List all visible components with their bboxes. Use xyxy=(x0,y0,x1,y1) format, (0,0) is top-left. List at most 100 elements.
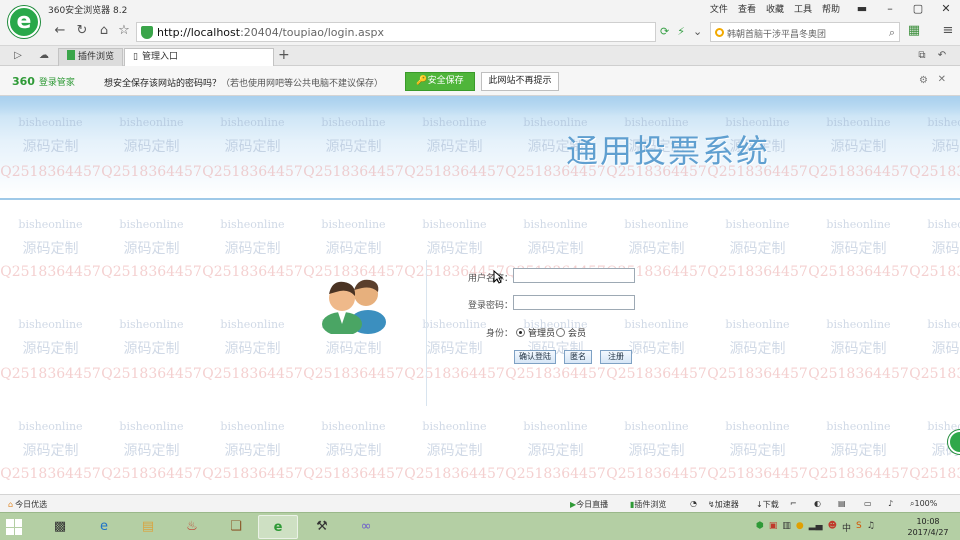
username-input[interactable] xyxy=(513,268,635,283)
taskbar-360-browser-icon[interactable]: e xyxy=(258,515,298,539)
tray-app-icon[interactable]: ▣ xyxy=(769,521,778,534)
close-icon[interactable]: ✕ xyxy=(938,74,946,85)
tab-plugin-label: 插件浏览 xyxy=(78,52,115,62)
menu-file[interactable]: 文件 xyxy=(710,2,728,15)
menu-icon[interactable]: ≡ xyxy=(940,23,956,39)
tray-360-icon[interactable]: ● xyxy=(796,521,804,534)
restore-tab-icon[interactable]: ⧉ xyxy=(914,48,930,64)
taskbar-java-icon[interactable]: ♨ xyxy=(172,515,212,539)
window-mode-icon[interactable]: ▭ xyxy=(864,499,872,508)
skin-button[interactable]: ▬ xyxy=(848,0,876,18)
role-label: 身份： xyxy=(486,329,514,339)
undo-close-icon[interactable]: ↶ xyxy=(934,48,950,64)
watermark-text: bisheonline xyxy=(523,420,588,433)
watermark-text: Q2518364457 xyxy=(707,466,808,482)
taskbar-ie-icon[interactable]: e xyxy=(84,515,124,539)
login-button[interactable]: 确认登陆 xyxy=(514,350,556,364)
watermark-text: bisheonline xyxy=(927,218,960,231)
search-engine-icon[interactable] xyxy=(715,28,724,37)
refresh-icon[interactable]: ↻ xyxy=(74,23,90,39)
dropdown-icon[interactable]: ⌄ xyxy=(693,25,702,38)
watermark-text: bisheonline xyxy=(422,218,487,231)
gear-icon[interactable]: ⚙ xyxy=(919,75,928,86)
menu-favorites[interactable]: 收藏 xyxy=(766,2,784,15)
watermark-text: Q2518364457 xyxy=(303,466,404,482)
zoom-level-label: 100% xyxy=(914,499,938,508)
password-input[interactable] xyxy=(513,295,635,310)
checklist-icon[interactable]: ▤ xyxy=(838,499,846,508)
speed-mode-icon[interactable]: ⚡ xyxy=(677,25,685,38)
ie-mode-icon[interactable]: ◐ xyxy=(814,499,821,508)
new-tab-button[interactable]: + xyxy=(278,47,290,63)
url-text: http://localhost:20404/toupiao/login.asp… xyxy=(157,26,384,39)
apps-icon[interactable]: ▦ xyxy=(906,23,922,39)
maximize-button[interactable]: ▢ xyxy=(904,0,932,18)
tray-network-icon[interactable]: ▥ xyxy=(782,521,791,534)
menu-view[interactable]: 查看 xyxy=(738,2,756,15)
back-icon[interactable]: ← xyxy=(52,23,68,39)
taskbar-vs-icon[interactable]: ∞ xyxy=(346,515,386,539)
role-admin-radio[interactable] xyxy=(516,328,525,337)
search-suggestion: 韩朝首脑干涉平昌冬奥团 xyxy=(727,30,827,40)
url-host: http://localhost xyxy=(157,26,241,39)
tray-speaker-icon[interactable]: ♫ xyxy=(867,521,875,534)
favorite-star-icon[interactable]: ☆ xyxy=(116,23,132,39)
never-prompt-button[interactable]: 此网站不再提示 xyxy=(481,72,559,91)
tray-sogou-icon[interactable]: S xyxy=(856,521,862,534)
tray-shield-icon[interactable]: ⬢ xyxy=(756,521,764,534)
windows-taskbar: ▩ e ▤ ♨ ❏ e ⚒ ∞ ⬢ ▣ ▥ ● ▂▄ ☻ 中 S ♫ 10:08… xyxy=(0,512,960,540)
role-member-radio[interactable] xyxy=(556,328,565,337)
save-password-button[interactable]: 🔑安全保存 xyxy=(405,72,475,91)
watermark-text: 源码定制 xyxy=(426,341,483,357)
close-window-button[interactable]: ✕ xyxy=(932,0,960,18)
home-icon[interactable]: ⌂ xyxy=(96,23,112,39)
volume-icon[interactable]: ♪ xyxy=(888,499,893,508)
screenshot-icon[interactable]: ⌐ xyxy=(790,499,797,508)
watermark-text: Q2518364457 xyxy=(202,366,303,382)
web-page: bisheonline bisheonline bisheonline bisheon… xyxy=(0,96,960,494)
watermark-text: 源码定制 xyxy=(22,241,79,257)
menu-tools[interactable]: 工具 xyxy=(794,2,812,15)
search-input[interactable]: 韩朝首脑干涉平昌冬奥团 ⌕ xyxy=(710,22,900,42)
watermark-text: Q2518364457 xyxy=(707,366,808,382)
taskbar-tools-icon[interactable]: ⚒ xyxy=(302,515,342,539)
watermark-text: 源码定制 xyxy=(325,341,382,357)
taskbar-explorer-icon[interactable]: ▤ xyxy=(128,515,168,539)
search-icon[interactable]: ⌕ xyxy=(889,26,895,40)
status-accelerator[interactable]: ↯加速器 xyxy=(708,499,739,510)
status-download[interactable]: ↓下载 xyxy=(756,499,779,510)
status-plugin[interactable]: ▮插件浏览 xyxy=(630,499,666,510)
browser-logo-icon[interactable]: e xyxy=(8,6,40,38)
minimize-button[interactable]: – xyxy=(876,0,904,18)
tray-signal-icon[interactable]: ▂▄ xyxy=(809,521,823,534)
role-member-label: 会员 xyxy=(568,329,587,339)
today-picks[interactable]: ⌂ 今日优选 xyxy=(8,499,47,510)
windows-start-icon[interactable] xyxy=(6,519,22,535)
cloud-icon[interactable]: ☁ xyxy=(36,48,52,64)
tray-ime-icon[interactable]: 中 xyxy=(842,521,851,534)
taskbar-app-red-icon[interactable]: ▩ xyxy=(40,515,80,539)
tray-user-icon[interactable]: ☻ xyxy=(828,521,837,534)
zoom-level[interactable]: ⌕100% xyxy=(910,499,937,509)
taskbar-book-icon[interactable]: ❏ xyxy=(216,515,256,539)
reload-icon[interactable]: ⟳ xyxy=(660,25,669,38)
watermark-text: 源码定制 xyxy=(224,341,281,357)
watermark-text: Q2518364457 xyxy=(303,366,404,382)
anonymous-button[interactable]: 匿名 xyxy=(564,350,592,364)
menu-help[interactable]: 帮助 xyxy=(822,2,840,15)
floating-assistant-icon[interactable] xyxy=(948,430,960,454)
watermark-text: bisheonline xyxy=(18,318,83,331)
taskbar-clock[interactable]: 10:08 2017/4/27 xyxy=(900,516,956,538)
tab-plugin-browse[interactable]: 插件浏览 xyxy=(58,48,124,66)
sidebar-toggle-icon[interactable]: ▷ xyxy=(10,48,26,64)
watermark-text: 源码定制 xyxy=(527,443,584,459)
password-hint: （若也使用网吧等公共电脑不建议保存） xyxy=(221,79,384,89)
url-input[interactable]: http://localhost:20404/toupiao/login.asp… xyxy=(136,22,656,42)
history-icon[interactable]: ◔ xyxy=(690,499,697,508)
register-button[interactable]: 注册 xyxy=(600,350,632,364)
watermark-text: Q2518364457 xyxy=(101,466,202,482)
watermark-text: Q2518364457 xyxy=(909,466,960,482)
status-live[interactable]: ▶今日直播 xyxy=(570,499,608,510)
tab-admin-entry[interactable]: ▯ 管理入口 xyxy=(124,48,274,66)
tab-admin-label: 管理入口 xyxy=(141,52,178,62)
